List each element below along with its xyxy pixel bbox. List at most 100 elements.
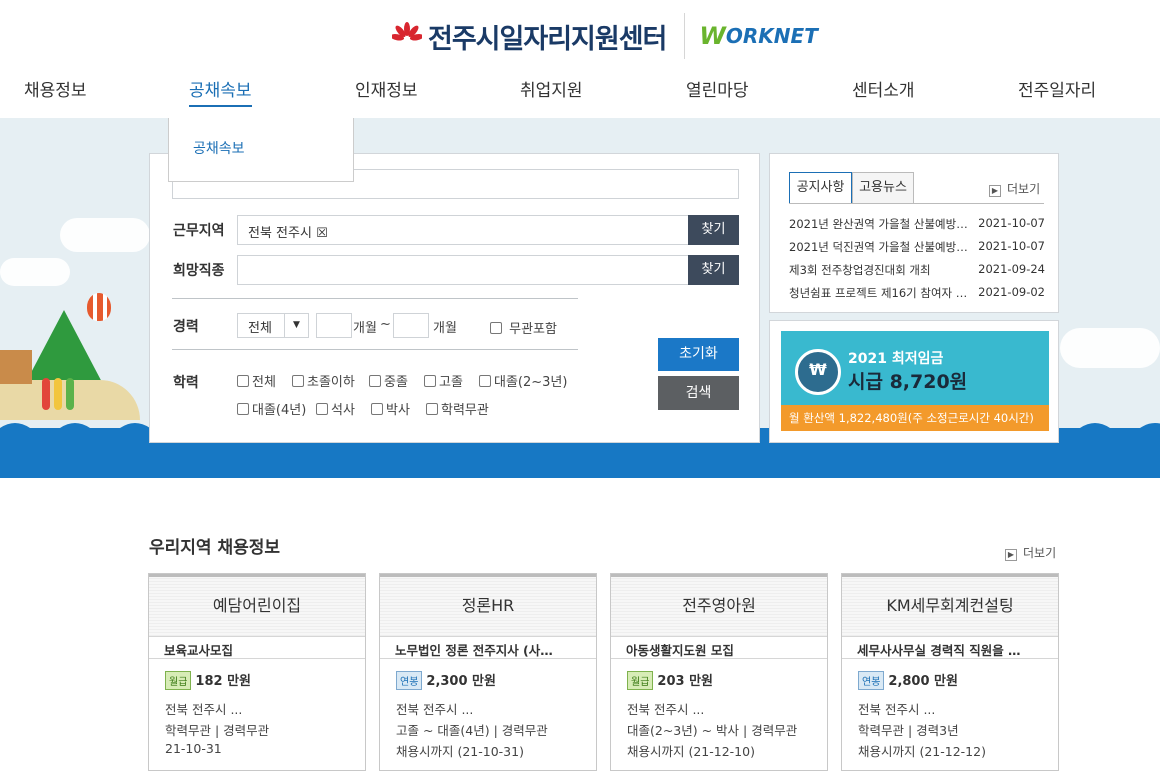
- more-label: 더보기: [1007, 182, 1041, 196]
- worknet-logo[interactable]: W ORKNET: [699, 22, 817, 50]
- checkbox-icon: [237, 403, 249, 415]
- notice-more-link[interactable]: ▶ 더보기: [989, 180, 1040, 197]
- logo-divider: [684, 13, 686, 59]
- notice-date: 2021-10-07: [978, 239, 1045, 253]
- banner-wage: 시급 8,720원: [848, 371, 968, 393]
- site-logo[interactable]: 전주시일자리지원센터 W ORKNET: [392, 13, 818, 59]
- banner-monthly: 월 환산액 1,822,480원(주 소정근로시간 40시간): [781, 405, 1049, 431]
- education-label: 학력: [173, 375, 199, 391]
- job-region: 전북 전주시 ...: [858, 702, 936, 717]
- notice-item[interactable]: 제3회 전주창업경진대회 개최 2021-09-24: [789, 262, 1045, 278]
- nav-item-employment-support[interactable]: 취업지원: [520, 76, 583, 101]
- dropdown-item-recruit-news[interactable]: 공채속보: [193, 138, 245, 158]
- more-label: 더보기: [1023, 546, 1057, 560]
- notice-date: 2021-10-07: [978, 216, 1045, 230]
- tab-notice[interactable]: 공지사항: [789, 172, 852, 204]
- region-find-button[interactable]: 찾기: [688, 215, 739, 245]
- notice-title: 제3회 전주창업경진대회 개최: [789, 263, 931, 277]
- checkbox-label: 초졸이하: [307, 375, 355, 390]
- checkbox-icon: [237, 375, 249, 387]
- checkbox-icon: [369, 375, 381, 387]
- edu-checkbox-doctor[interactable]: 박사: [371, 399, 410, 418]
- job-pay: 연봉 2,800 만원: [858, 670, 958, 690]
- job-card[interactable]: 정론HR 노무법인 정론 전주지사 (사… 연봉 2,300 만원 전북 전주시 …: [379, 573, 597, 771]
- jobs-more-link[interactable]: ▶ 더보기: [1005, 544, 1056, 561]
- nav-item-jeonju-jobs[interactable]: 전주일자리: [1018, 76, 1096, 101]
- notice-item[interactable]: 2021년 덕진권역 가을철 산불예방 … 2021-10-07: [789, 239, 1045, 255]
- career-max-input[interactable]: [393, 313, 429, 338]
- search-button[interactable]: 검색: [658, 376, 739, 410]
- company-name: 정론HR: [380, 574, 596, 636]
- checkbox-label: 전체: [252, 375, 276, 390]
- job-region: 전북 전주시 ...: [627, 702, 705, 717]
- job-pay: 월급 182 만원: [165, 670, 251, 690]
- checkbox-label: 대졸(2~3년): [494, 375, 568, 390]
- job-deadline: 21-10-31: [165, 741, 222, 756]
- region-label: 근무지역: [173, 223, 225, 239]
- notice-date: 2021-09-24: [978, 262, 1045, 276]
- job-region: 전북 전주시 ...: [396, 702, 474, 717]
- job-card[interactable]: 전주영아원 아동생활지도원 모집 월급 203 만원 전북 전주시 ... 대졸(…: [610, 573, 828, 771]
- reset-button[interactable]: 초기화: [658, 338, 739, 371]
- job-title: 노무법인 정론 전주지사 (사…: [380, 636, 596, 659]
- job-search-panel: 근무지역 전북 전주시 ☒ 찾기 희망직종 찾기 경력 전체 ▼ 개월 ~ 개월…: [149, 153, 760, 443]
- career-irrelevant-checkbox[interactable]: 무관포함: [490, 318, 557, 337]
- nav-dropdown: 공채속보: [168, 118, 354, 182]
- job-card[interactable]: KM세무회계컨설팅 세무사사무실 경력직 직원을 … 연봉 2,800 만원 전북…: [841, 573, 1059, 771]
- edu-checkbox-any[interactable]: 학력무관: [426, 399, 489, 418]
- career-min-input[interactable]: [316, 313, 352, 338]
- flower-logo-icon: [392, 22, 422, 41]
- tab-employment-news[interactable]: 고용뉴스: [852, 172, 914, 204]
- job-region: 전북 전주시 ...: [165, 702, 243, 717]
- pay-type-badge: 월급: [165, 671, 192, 690]
- region-field[interactable]: 전북 전주시 ☒: [237, 215, 689, 245]
- career-select[interactable]: 전체 ▼: [237, 313, 309, 338]
- minimum-wage-banner[interactable]: 2021 최저임금 시급 8,720원 월 환산액 1,822,480원(주 소…: [781, 331, 1049, 431]
- nav-item-jobs[interactable]: 채용정보: [24, 76, 87, 101]
- pay-amount: 2,800 만원: [888, 674, 958, 689]
- edu-checkbox-university[interactable]: 대졸(4년): [237, 399, 306, 418]
- checkbox-label: 박사: [386, 403, 410, 418]
- company-name: 전주영아원: [611, 574, 827, 636]
- edu-checkbox-middle[interactable]: 중졸: [369, 371, 408, 390]
- edu-checkbox-high[interactable]: 고졸: [424, 371, 463, 390]
- checkbox-label: 대졸(4년): [252, 403, 307, 418]
- notice-item[interactable]: 청년쉼표 프로젝트 제16기 참여자 … 2021-09-02: [789, 285, 1045, 301]
- notice-title: 2021년 완산권역 가을철 산불예방 …: [789, 217, 969, 231]
- job-deadline: 채용시까지 (21-10-31): [396, 744, 524, 759]
- checkbox-label: 석사: [331, 403, 355, 418]
- banner-year-title: 2021 최저임금: [848, 351, 944, 367]
- job-card[interactable]: 예담어린이집 보육교사모집 월급 182 만원 전북 전주시 ... 학력무관 |…: [148, 573, 366, 771]
- job-requirements: 학력무관 | 경력무관: [165, 723, 270, 738]
- job-type-find-button[interactable]: 찾기: [688, 255, 739, 285]
- worknet-logo-text: ORKNET: [725, 24, 818, 48]
- notice-item[interactable]: 2021년 완산권역 가을철 산불예방 … 2021-10-07: [789, 216, 1045, 232]
- checkbox-icon: [424, 375, 436, 387]
- edu-checkbox-elementary[interactable]: 초졸이하: [292, 371, 355, 390]
- surfboard-icon: [42, 378, 50, 410]
- nav-item-talent[interactable]: 인재정보: [355, 76, 418, 101]
- edu-checkbox-college[interactable]: 대졸(2~3년): [479, 371, 567, 390]
- checkbox-icon: [426, 403, 438, 415]
- notice-panel: 공지사항 고용뉴스 ▶ 더보기 2021년 완산권역 가을철 산불예방 … 2021…: [769, 153, 1059, 313]
- month-unit-label: 개월: [433, 321, 457, 336]
- job-type-field[interactable]: [237, 255, 689, 285]
- career-label: 경력: [173, 319, 199, 335]
- surfboard-icon: [54, 378, 62, 410]
- edu-checkbox-master[interactable]: 석사: [316, 399, 355, 418]
- nav-item-center-intro[interactable]: 센터소개: [852, 76, 915, 101]
- worknet-logo-initial: W: [699, 22, 726, 50]
- edu-checkbox-all[interactable]: 전체: [237, 371, 276, 390]
- job-deadline: 채용시까지 (21-12-10): [627, 744, 755, 759]
- range-tilde: ~: [380, 317, 391, 332]
- chevron-right-icon: ▶: [1005, 549, 1017, 561]
- nav-item-recruit-news[interactable]: 공채속보: [189, 76, 252, 107]
- main-nav: 채용정보 공채속보 인재정보 취업지원 열린마당 센터소개 전주일자리: [0, 72, 1160, 112]
- mountain-decoration: [24, 310, 104, 386]
- pay-type-badge: 월급: [627, 671, 654, 690]
- job-pay: 월급 203 만원: [627, 670, 713, 690]
- surfboard-icon: [66, 378, 74, 410]
- nav-item-open-forum[interactable]: 열린마당: [686, 76, 749, 101]
- notice-date: 2021-09-02: [978, 285, 1045, 299]
- career-select-value: 전체: [248, 321, 272, 336]
